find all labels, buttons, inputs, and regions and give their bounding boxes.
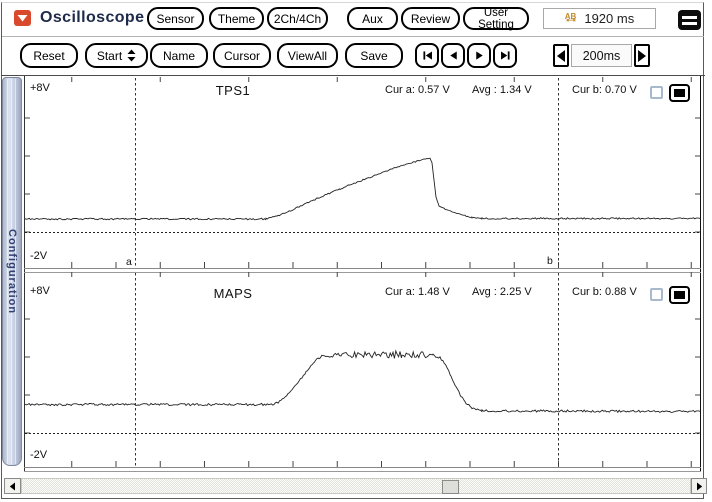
spinner-icon [127,49,136,62]
theme-button[interactable]: Theme [209,7,264,30]
skip-last-button[interactable] [493,43,517,68]
cursor-a-value-1: Cur a: 0.57 V [385,84,450,96]
down-triangle-icon [17,15,28,22]
channel-name-2: MAPS [213,286,253,301]
volt-bottom-label-1: -2V [30,250,48,262]
left-arrow-icon [9,482,15,490]
interval-value-display: 200ms [571,44,632,67]
right-arrow-icon [638,49,646,62]
avg-value-2: Avg : 2.25 V [472,286,532,298]
oscilloscope-window: Oscilloscope Sensor Theme 2Ch/4Ch Aux Re… [0,0,712,502]
sensor-button[interactable]: Sensor [147,7,204,30]
skip-first-icon [422,51,432,60]
interval-decrease-button[interactable] [553,44,569,67]
start-button[interactable]: Start [85,43,148,68]
app-dropdown-icon[interactable] [14,10,31,26]
channel-mode-button[interactable]: 2Ch/4Ch [267,7,328,30]
toolbar-separator-1 [2,36,704,37]
viewall-button[interactable]: ViewAll [277,43,338,68]
scroll-right-button[interactable] [691,478,707,494]
ab-time-value: 1920 ms [584,11,635,26]
name-button[interactable]: Name [150,43,208,68]
configuration-panel-tab[interactable]: Configuration [2,77,22,466]
app-title: Oscilloscope [40,9,145,26]
ab-time-display: AB ⇤⇥ 1920 ms [543,8,656,29]
volt-top-label-2: +8V [30,285,50,297]
reset-button[interactable]: Reset [20,43,78,68]
cursor-b-label: b [547,255,553,267]
channel-checkbox-2[interactable] [650,288,663,301]
waveform-maps [24,349,701,414]
window-frame [1,2,704,499]
cursor-b-value-1: Cur b: 0.70 V [572,84,637,96]
channel-color-button-2[interactable] [669,286,690,304]
left-arrow-icon [557,49,565,62]
cursor-b-value-2: Cur b: 0.88 V [572,286,637,298]
step-forward-button[interactable] [467,43,491,68]
scroll-left-button[interactable] [4,478,21,494]
ab-cursor-icon: AB ⇤⇥ [564,11,577,24]
skip-last-icon [500,51,510,60]
cursor-a-label: a [126,256,132,268]
step-back-button[interactable] [441,43,465,68]
right-arrow-icon [696,482,702,490]
volt-top-label-1: +8V [30,82,50,94]
channel-checkbox-1[interactable] [650,86,663,99]
step-back-icon [449,51,457,60]
cursor-a-value-2: Cur a: 1.48 V [385,286,450,298]
horizontal-scrollbar[interactable] [4,478,707,494]
skip-first-button[interactable] [415,43,439,68]
save-button[interactable]: Save [345,43,403,68]
interval-increase-button[interactable] [634,44,650,67]
cursor-button[interactable]: Cursor [213,43,271,68]
configuration-label: Configuration [6,228,18,315]
aux-button[interactable]: Aux [347,7,398,30]
channel-color-button-1[interactable] [669,84,690,102]
scrollbar-track[interactable] [21,478,691,494]
channel-name-1: TPS1 [215,83,251,98]
toolbar-separator-2 [1,75,705,76]
avg-value-1: Avg : 1.34 V [472,84,532,96]
review-button[interactable]: Review [401,7,460,30]
menu-icon[interactable] [678,10,701,30]
step-forward-icon [475,51,483,60]
waveform-tps1 [24,157,701,221]
start-button-label: Start [96,48,123,63]
user-setting-button[interactable]: User Setting [463,7,529,31]
scrollbar-thumb[interactable] [442,480,459,494]
volt-bottom-label-2: -2V [30,449,48,461]
